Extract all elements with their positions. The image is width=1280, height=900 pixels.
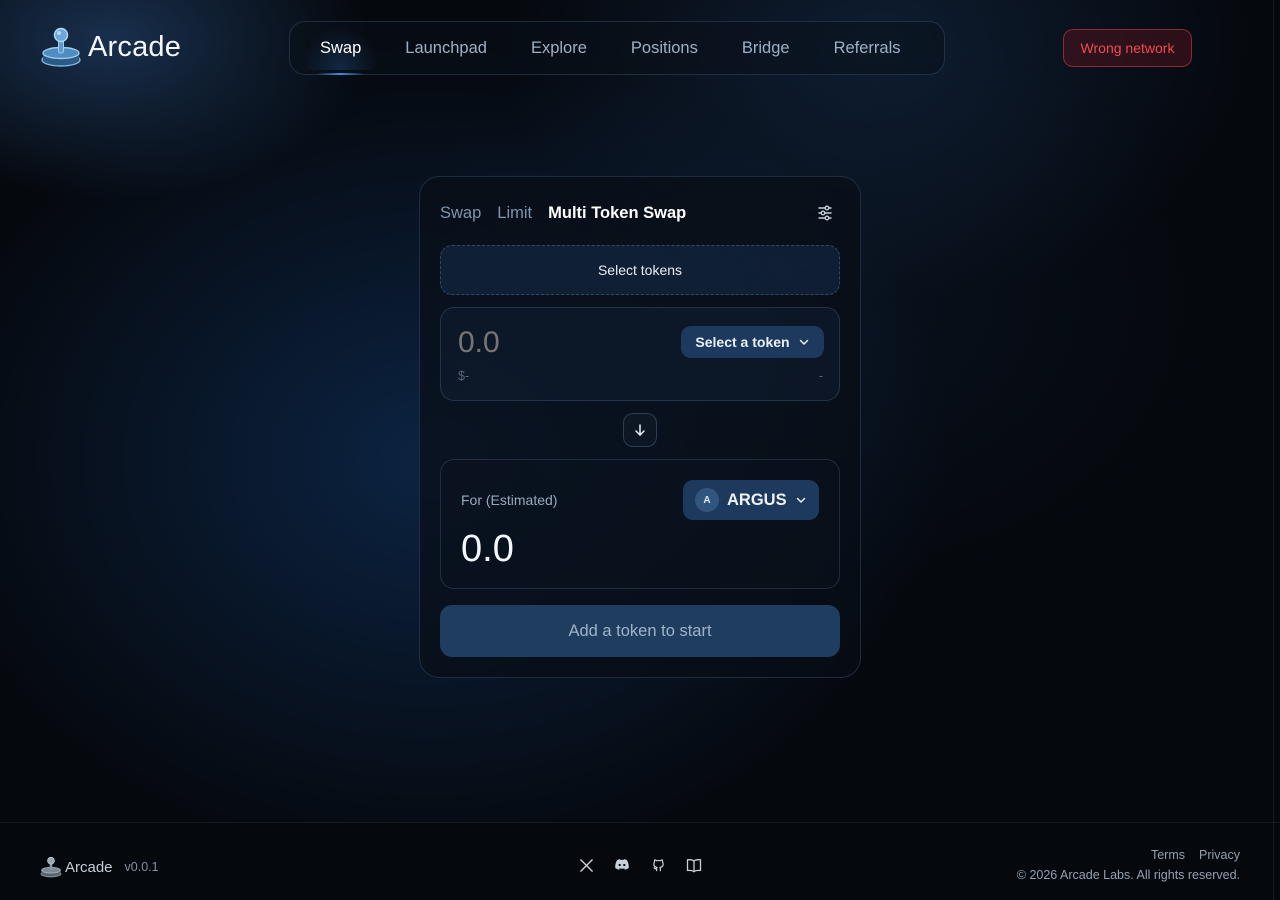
token-avatar: A [695, 488, 719, 512]
nav-item-swap[interactable]: Swap [298, 22, 383, 75]
receive-label: For (Estimated) [461, 492, 558, 508]
nav-item-bridge[interactable]: Bridge [720, 22, 812, 74]
select-token-label: Select a token [695, 334, 790, 350]
chevron-down-icon [796, 497, 805, 503]
copyright: © 2026 Arcade Labs. All rights reserved. [1016, 868, 1240, 882]
github-icon[interactable] [650, 857, 666, 873]
scrollbar-track[interactable] [1273, 0, 1274, 900]
privacy-link[interactable]: Privacy [1199, 848, 1240, 862]
nav-label: Explore [530, 38, 587, 57]
page: Arcade Swap Launchpad Explore Positions … [0, 0, 1280, 900]
nav-label: Swap [320, 38, 362, 57]
add-token-button[interactable]: Add a token to start [440, 605, 840, 657]
tab-multi-token-swap[interactable]: Multi Token Swap [548, 204, 686, 223]
nav-label: Positions [630, 38, 698, 57]
select-tokens-button[interactable]: Select tokens [440, 245, 840, 295]
swap-direction-button[interactable] [623, 413, 657, 447]
nav-item-positions[interactable]: Positions [609, 22, 720, 74]
footer-logo[interactable]: Arcade v0.0.1 [40, 856, 159, 878]
app-version: v0.0.1 [124, 860, 159, 874]
footer-brand: Arcade [65, 858, 113, 876]
receive-panel: For (Estimated) 0.0 A ARGUS [440, 459, 840, 589]
receive-token-button[interactable]: A ARGUS [683, 480, 819, 520]
joystick-logo-icon [41, 27, 81, 67]
nav-item-launchpad[interactable]: Launchpad [383, 22, 509, 74]
pay-usd-value: $- [458, 369, 470, 383]
nav-label: Referrals [833, 38, 901, 57]
tab-limit[interactable]: Limit [497, 204, 532, 223]
terms-link[interactable]: Terms [1151, 848, 1185, 862]
wrong-network-button[interactable]: Wrong network [1063, 29, 1192, 67]
footer: Arcade v0.0.1 Terms Privacy © 2026 Arcad… [0, 822, 1280, 900]
arrow-down-icon [635, 424, 645, 436]
app-name: Arcade [88, 30, 182, 63]
pay-balance: - [818, 369, 823, 383]
x-icon[interactable] [578, 857, 594, 873]
swap-tabs: Swap Limit Multi Token Swap [440, 204, 686, 223]
nav-item-referrals[interactable]: Referrals [812, 22, 923, 74]
docs-book-icon[interactable] [686, 857, 702, 873]
tab-swap[interactable]: Swap [440, 204, 481, 223]
main-nav: Swap Launchpad Explore Positions Bridge … [289, 21, 945, 75]
social-links [578, 857, 702, 873]
discord-icon[interactable] [614, 857, 630, 873]
select-token-button[interactable]: Select a token [681, 326, 824, 358]
receive-amount: 0.0 [461, 528, 514, 570]
joystick-logo-icon [40, 856, 62, 878]
chevron-down-icon [799, 339, 808, 345]
settings-button[interactable] [815, 203, 835, 223]
nav-label: Launchpad [405, 38, 487, 57]
pay-panel: $- - Select a token [440, 307, 840, 401]
swap-card: Swap Limit Multi Token Swap Select token… [419, 176, 861, 678]
nav-label: Bridge [741, 38, 790, 57]
token-symbol: ARGUS [727, 490, 787, 509]
app-logo[interactable]: Arcade [40, 26, 181, 68]
pay-amount-input[interactable] [458, 326, 638, 360]
footer-links: Terms Privacy [1151, 848, 1240, 862]
nav-item-explore[interactable]: Explore [509, 22, 609, 74]
sliders-icon [818, 205, 832, 221]
